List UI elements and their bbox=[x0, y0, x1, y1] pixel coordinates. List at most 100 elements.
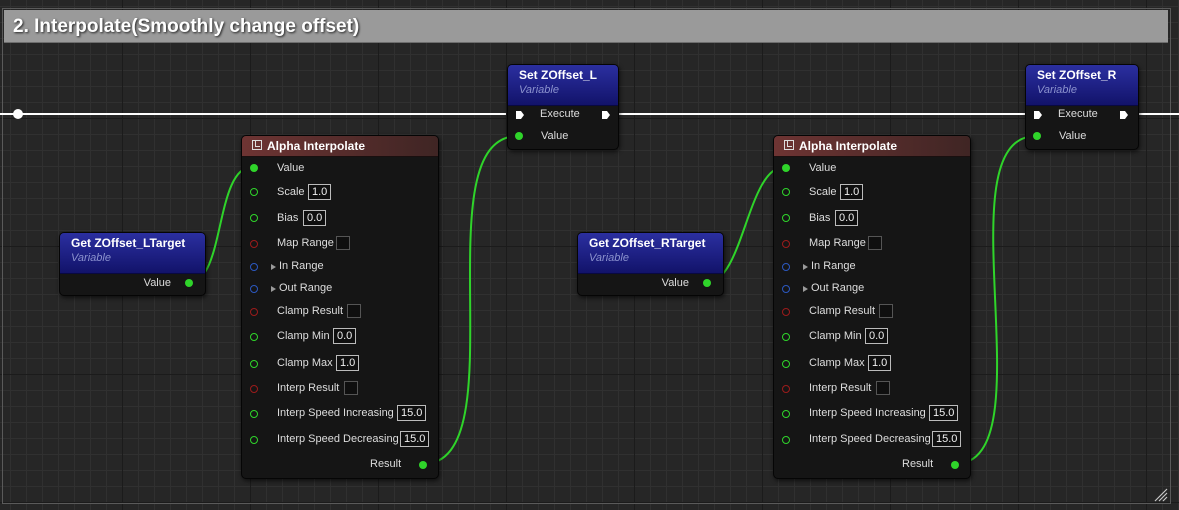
interp-speed-decreasing-input-pin[interactable] bbox=[250, 436, 258, 444]
interp-speed-decreasing-field[interactable]: 15.0 bbox=[400, 431, 430, 447]
get-zoffset-ltarget-node[interactable]: Get ZOffset_LTarget Variable Value bbox=[59, 232, 206, 296]
function-icon bbox=[784, 140, 794, 150]
value-input-pin[interactable] bbox=[250, 164, 258, 172]
node-header[interactable]: Alpha Interpolate bbox=[774, 136, 970, 157]
exec-input-pin-icon[interactable] bbox=[515, 110, 525, 120]
interp-result-checkbox[interactable] bbox=[876, 381, 890, 395]
scale-input-pin[interactable] bbox=[782, 188, 790, 196]
interp-result-input-pin[interactable] bbox=[782, 385, 790, 393]
node-header[interactable]: Get ZOffset_LTarget Variable bbox=[60, 233, 205, 274]
map-range-checkbox[interactable] bbox=[336, 236, 350, 250]
clamp-min-input-pin[interactable] bbox=[782, 333, 790, 341]
interp-result-label: Interp Result bbox=[809, 382, 872, 394]
bias-input-pin[interactable] bbox=[250, 214, 258, 222]
value-input-pin[interactable] bbox=[782, 164, 790, 172]
clamp-max-input-pin[interactable] bbox=[250, 360, 258, 368]
scale-label: Scale bbox=[809, 186, 837, 198]
execute-label: Execute bbox=[1058, 108, 1098, 120]
bias-field[interactable]: 0.0 bbox=[835, 210, 859, 226]
exec-output-pin-icon[interactable] bbox=[601, 110, 611, 120]
scale-field[interactable]: 1.0 bbox=[840, 184, 864, 200]
blueprint-graph-canvas[interactable]: 2. Interpolate(Smoothly change offset) G… bbox=[0, 0, 1179, 510]
interp-speed-decreasing-field[interactable]: 15.0 bbox=[932, 431, 962, 447]
result-label: Result bbox=[370, 458, 402, 470]
clamp-max-field[interactable]: 1.0 bbox=[868, 355, 892, 371]
resize-grip-icon[interactable] bbox=[1152, 486, 1168, 502]
clamp-result-checkbox[interactable] bbox=[347, 304, 361, 318]
interp-result-label: Interp Result bbox=[277, 382, 340, 394]
scale-label: Scale bbox=[277, 186, 305, 198]
set-zoffset-r-node[interactable]: Set ZOffset_R Variable Execute Value bbox=[1025, 64, 1139, 150]
expand-arrow-icon[interactable] bbox=[803, 264, 808, 270]
value-input-pin[interactable] bbox=[1033, 132, 1041, 140]
execute-label: Execute bbox=[540, 108, 580, 120]
value-output-pin[interactable] bbox=[703, 279, 711, 287]
bias-label: Bias bbox=[809, 212, 831, 224]
interp-speed-increasing-input-pin[interactable] bbox=[782, 410, 790, 418]
set-zoffset-l-node[interactable]: Set ZOffset_L Variable Execute Value bbox=[507, 64, 619, 150]
interp-speed-decreasing-label: Interp Speed Decreasing bbox=[277, 433, 399, 445]
clamp-min-input-pin[interactable] bbox=[250, 333, 258, 341]
get-zoffset-rtarget-node[interactable]: Get ZOffset_RTarget Variable Value bbox=[577, 232, 724, 296]
in-range-input-pin[interactable] bbox=[782, 263, 790, 271]
clamp-result-input-pin[interactable] bbox=[250, 308, 258, 316]
function-icon bbox=[252, 140, 262, 150]
interp-speed-decreasing-input-pin[interactable] bbox=[782, 436, 790, 444]
clamp-result-checkbox[interactable] bbox=[879, 304, 893, 318]
result-output-pin[interactable] bbox=[419, 461, 427, 469]
in-range-label: In Range bbox=[279, 260, 324, 272]
map-range-input-pin[interactable] bbox=[250, 240, 258, 248]
interp-speed-increasing-input-pin[interactable] bbox=[250, 410, 258, 418]
clamp-max-input-pin[interactable] bbox=[782, 360, 790, 368]
expand-arrow-icon[interactable] bbox=[271, 286, 276, 292]
exec-output-pin-icon[interactable] bbox=[1119, 110, 1129, 120]
result-output-pin[interactable] bbox=[951, 461, 959, 469]
out-range-label: Out Range bbox=[279, 282, 333, 294]
value-label: Value bbox=[1059, 130, 1087, 142]
node-subtitle: Variable bbox=[71, 252, 111, 264]
comment-header[interactable]: 2. Interpolate(Smoothly change offset) bbox=[4, 10, 1168, 43]
node-header[interactable]: Set ZOffset_R Variable bbox=[1026, 65, 1138, 106]
out-range-label: Out Range bbox=[811, 282, 865, 294]
expand-arrow-icon[interactable] bbox=[271, 264, 276, 270]
node-title: Get ZOffset_RTarget bbox=[589, 236, 706, 250]
map-range-checkbox[interactable] bbox=[868, 236, 882, 250]
clamp-min-field[interactable]: 0.0 bbox=[333, 328, 357, 344]
node-subtitle: Variable bbox=[589, 252, 629, 264]
clamp-min-label: Clamp Min bbox=[277, 330, 330, 342]
node-title: Set ZOffset_L bbox=[519, 68, 598, 82]
clamp-max-field[interactable]: 1.0 bbox=[336, 355, 360, 371]
comment-title: 2. Interpolate(Smoothly change offset) bbox=[13, 16, 360, 37]
expand-arrow-icon[interactable] bbox=[803, 286, 808, 292]
node-header[interactable]: Set ZOffset_L Variable bbox=[508, 65, 618, 106]
map-range-input-pin[interactable] bbox=[782, 240, 790, 248]
interp-result-checkbox[interactable] bbox=[344, 381, 358, 395]
alpha-interpolate-node-left[interactable]: Alpha Interpolate Value Scale 1.0 Bias 0… bbox=[241, 135, 439, 479]
node-title: Alpha Interpolate bbox=[267, 139, 366, 153]
clamp-min-field[interactable]: 0.0 bbox=[865, 328, 889, 344]
interp-speed-increasing-field[interactable]: 15.0 bbox=[397, 405, 427, 421]
scale-input-pin[interactable] bbox=[250, 188, 258, 196]
bias-input-pin[interactable] bbox=[782, 214, 790, 222]
output-value-label: Value bbox=[143, 277, 171, 289]
interp-speed-increasing-field[interactable]: 15.0 bbox=[929, 405, 959, 421]
in-range-input-pin[interactable] bbox=[250, 263, 258, 271]
value-input-pin[interactable] bbox=[515, 132, 523, 140]
clamp-max-label: Clamp Max bbox=[809, 357, 865, 369]
node-header[interactable]: Alpha Interpolate bbox=[242, 136, 438, 157]
value-label: Value bbox=[277, 162, 305, 174]
interp-speed-decreasing-label: Interp Speed Decreasing bbox=[809, 433, 931, 445]
value-output-pin[interactable] bbox=[185, 279, 193, 287]
exec-input-pin-icon[interactable] bbox=[1033, 110, 1043, 120]
out-range-input-pin[interactable] bbox=[250, 285, 258, 293]
clamp-max-label: Clamp Max bbox=[277, 357, 333, 369]
bias-field[interactable]: 0.0 bbox=[303, 210, 327, 226]
clamp-min-label: Clamp Min bbox=[809, 330, 862, 342]
alpha-interpolate-node-right[interactable]: Alpha Interpolate Value Scale 1.0 Bias 0… bbox=[773, 135, 971, 479]
out-range-input-pin[interactable] bbox=[782, 285, 790, 293]
interp-result-input-pin[interactable] bbox=[250, 385, 258, 393]
clamp-result-input-pin[interactable] bbox=[782, 308, 790, 316]
scale-field[interactable]: 1.0 bbox=[308, 184, 332, 200]
node-header[interactable]: Get ZOffset_RTarget Variable bbox=[578, 233, 723, 274]
reroute-knot-icon[interactable] bbox=[13, 109, 23, 119]
